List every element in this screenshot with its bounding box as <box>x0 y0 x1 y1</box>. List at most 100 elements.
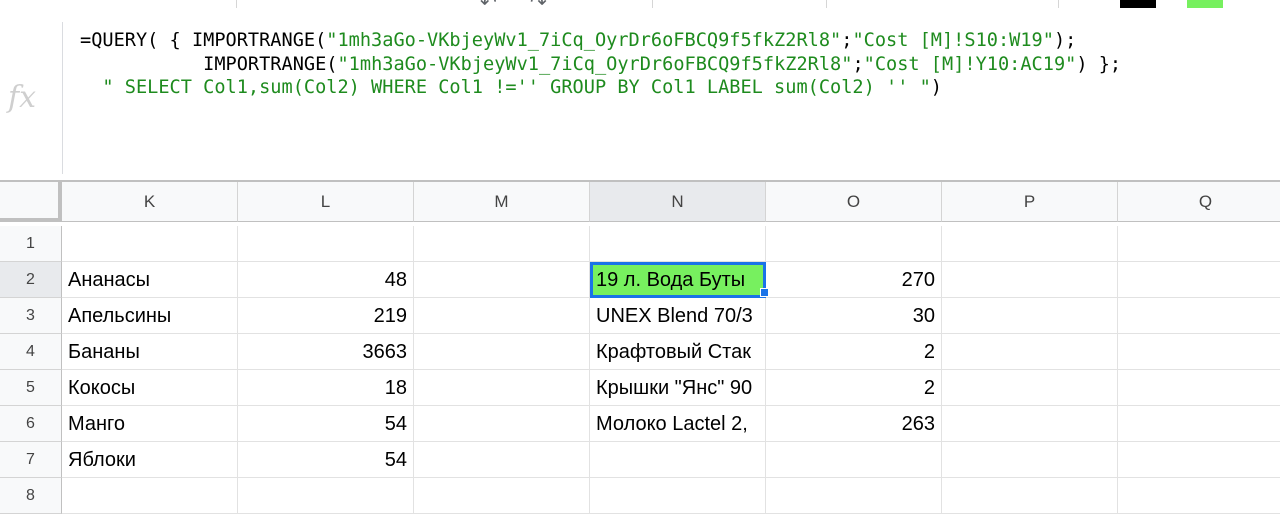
toolbar: ↶ ↷ <box>0 0 1280 22</box>
cell-l4[interactable]: 3663 <box>238 334 414 370</box>
formula-code: ) <box>930 77 942 98</box>
row-header-6[interactable]: 6 <box>0 406 62 442</box>
cell-m5[interactable] <box>414 370 590 406</box>
cell-p4[interactable] <box>942 334 1118 370</box>
undo-icon[interactable]: ↶ <box>480 0 497 14</box>
cell-p3[interactable] <box>942 298 1118 334</box>
toolbar-divider <box>652 0 653 8</box>
cell-p8[interactable] <box>942 478 1118 514</box>
cell-q8[interactable] <box>1118 478 1280 514</box>
column-header-m[interactable]: M <box>414 182 590 222</box>
cell-p2[interactable] <box>942 262 1118 298</box>
cell-n7[interactable] <box>590 442 766 478</box>
cell-n3[interactable]: UNEX Blend 70/3 <box>590 298 766 334</box>
column-header-n[interactable]: N <box>590 182 766 222</box>
spreadsheet-grid: K L M N O P Q 1 2 Ананасы 48 19 л. Вода Буты 270 3 Апе… <box>0 182 1280 514</box>
cell-m8[interactable] <box>414 478 590 514</box>
cell-q5[interactable] <box>1118 370 1280 406</box>
cell-m1[interactable] <box>414 226 590 262</box>
formula-code: ; <box>841 30 853 51</box>
cell-k5[interactable]: Кокосы <box>62 370 238 406</box>
formula-string: "1mh3aGo-VKbjeyWv1_7iCq_OyrDr6oFBCQ9f5fk… <box>326 30 842 51</box>
cell-k2[interactable]: Ананасы <box>62 262 238 298</box>
cell-q1[interactable] <box>1118 226 1280 262</box>
cell-n8[interactable] <box>590 478 766 514</box>
fx-icon: fx <box>8 80 37 115</box>
formula-line: IMPORTRANGE("1mh3aGo-VKbjeyWv1_7iCq_OyrD… <box>80 54 1121 75</box>
cell-k1[interactable] <box>62 226 238 262</box>
cell-k4[interactable]: Бананы <box>62 334 238 370</box>
cell-l1[interactable] <box>238 226 414 262</box>
fill-handle[interactable] <box>760 288 769 297</box>
formula-string: "Cost [M]!Y10:AC19" <box>863 53 1077 75</box>
cell-m4[interactable] <box>414 334 590 370</box>
select-all-corner[interactable] <box>0 182 62 222</box>
column-header-k[interactable]: K <box>62 182 238 222</box>
row-header-5[interactable]: 5 <box>0 370 62 406</box>
formula-code: =QUERY( { IMPORTRANGE( <box>80 30 327 51</box>
cell-l7[interactable]: 54 <box>238 442 414 478</box>
formula-string: " SELECT Col1,sum(Col2) WHERE Col1 !='' … <box>102 77 931 98</box>
cell-q3[interactable] <box>1118 298 1280 334</box>
formula-line: " SELECT Col1,sum(Col2) WHERE Col1 !='' … <box>80 77 942 98</box>
column-header-p[interactable]: P <box>942 182 1118 222</box>
cell-m7[interactable] <box>414 442 590 478</box>
cell-o8[interactable] <box>766 478 942 514</box>
cell-m3[interactable] <box>414 298 590 334</box>
cell-q2[interactable] <box>1118 262 1280 298</box>
formula-string: "Cost [M]!S10:W19" <box>852 30 1054 51</box>
cell-o5[interactable]: 2 <box>766 370 942 406</box>
formula-bar: fx =QUERY( { IMPORTRANGE("1mh3aGo-VKbjey… <box>0 22 1280 182</box>
cell-k6[interactable]: Манго <box>62 406 238 442</box>
cell-o1[interactable] <box>766 226 942 262</box>
column-header-o[interactable]: O <box>766 182 942 222</box>
formula-string: "1mh3aGo-VKbjeyWv1_7iCq_OyrDr6oFBCQ9f5fk… <box>337 53 853 75</box>
row-header-2[interactable]: 2 <box>0 262 62 298</box>
cell-q7[interactable] <box>1118 442 1280 478</box>
row-header-1[interactable]: 1 <box>0 226 62 262</box>
cell-o7[interactable] <box>766 442 942 478</box>
row-header-7[interactable]: 7 <box>0 442 62 478</box>
cell-l2[interactable]: 48 <box>238 262 414 298</box>
cell-o6[interactable]: 263 <box>766 406 942 442</box>
toolbar-divider <box>236 0 237 8</box>
column-header-q[interactable]: Q <box>1118 182 1280 222</box>
cell-p6[interactable] <box>942 406 1118 442</box>
cell-l3[interactable]: 219 <box>238 298 414 334</box>
cell-k7[interactable]: Яблоки <box>62 442 238 478</box>
cell-p1[interactable] <box>942 226 1118 262</box>
cell-k8[interactable] <box>62 478 238 514</box>
text-color-swatch[interactable] <box>1120 0 1156 8</box>
formula-input[interactable]: =QUERY( { IMPORTRANGE("1mh3aGo-VKbjeyWv1… <box>80 29 1121 100</box>
row-header-8[interactable]: 8 <box>0 478 62 514</box>
fx-area: fx <box>0 22 63 174</box>
cell-n1[interactable] <box>590 226 766 262</box>
row-header-4[interactable]: 4 <box>0 334 62 370</box>
cell-l6[interactable]: 54 <box>238 406 414 442</box>
cell-o3[interactable]: 30 <box>766 298 942 334</box>
cell-n5[interactable]: Крышки "Янс" 90 <box>590 370 766 406</box>
cell-q6[interactable] <box>1118 406 1280 442</box>
cell-o2[interactable]: 270 <box>766 262 942 298</box>
row-header-3[interactable]: 3 <box>0 298 62 334</box>
cell-p5[interactable] <box>942 370 1118 406</box>
cell-n4[interactable]: Крафтовый Стак <box>590 334 766 370</box>
toolbar-divider <box>1058 0 1059 8</box>
cell-o4[interactable]: 2 <box>766 334 942 370</box>
toolbar-divider <box>826 0 827 8</box>
cell-m6[interactable] <box>414 406 590 442</box>
cell-l5[interactable]: 18 <box>238 370 414 406</box>
cell-q4[interactable] <box>1118 334 1280 370</box>
cell-p7[interactable] <box>942 442 1118 478</box>
cell-k3[interactable]: Апельсины <box>62 298 238 334</box>
formula-code: ; <box>852 53 864 75</box>
fill-color-swatch[interactable] <box>1187 0 1223 8</box>
cell-m2[interactable] <box>414 262 590 298</box>
cell-n6[interactable]: Молоко Lactel 2, <box>590 406 766 442</box>
formula-code: ) }; <box>1076 53 1122 75</box>
formula-code: IMPORTRANGE( <box>80 53 338 75</box>
redo-icon[interactable]: ↷ <box>530 0 547 14</box>
cell-n2[interactable]: 19 л. Вода Буты <box>590 262 766 298</box>
column-header-l[interactable]: L <box>238 182 414 222</box>
cell-l8[interactable] <box>238 478 414 514</box>
